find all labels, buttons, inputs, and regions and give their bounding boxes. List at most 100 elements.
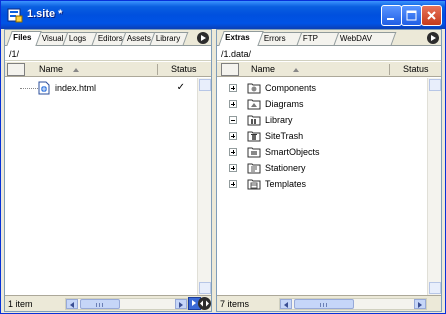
scroll-right-button[interactable] bbox=[175, 299, 187, 309]
list-item[interactable]: SmartObjects bbox=[217, 144, 427, 160]
list-item[interactable]: index.html ✓ bbox=[5, 80, 197, 96]
tab-menu-arrow-icon[interactable] bbox=[427, 32, 439, 44]
extras-column-header: Name Status bbox=[217, 62, 441, 77]
tab-extras[interactable]: Extras bbox=[218, 31, 264, 46]
arrow-left-icon bbox=[284, 302, 288, 308]
arrow-right-icon bbox=[418, 302, 422, 308]
expand-toggle[interactable] bbox=[229, 148, 237, 156]
window-title: 1.site * bbox=[27, 8, 63, 20]
files-list[interactable]: index.html ✓ bbox=[5, 78, 197, 295]
column-view-icon[interactable] bbox=[7, 63, 25, 76]
grip-line bbox=[96, 303, 97, 307]
split-arrows-icon bbox=[200, 300, 209, 307]
expand-toggle[interactable] bbox=[229, 180, 237, 188]
extras-path: /1.data/ bbox=[217, 47, 441, 61]
list-item[interactable]: Library bbox=[217, 112, 427, 128]
list-item-label: Diagrams bbox=[265, 99, 304, 109]
scroll-up-button[interactable] bbox=[429, 79, 441, 91]
expand-toggle[interactable] bbox=[229, 100, 237, 108]
column-status[interactable]: Status bbox=[171, 64, 197, 74]
files-horizontal-scrollbar[interactable] bbox=[65, 298, 188, 310]
arrow-left-icon bbox=[70, 302, 74, 308]
list-item-label: SiteTrash bbox=[265, 131, 304, 141]
minimize-button[interactable] bbox=[381, 5, 402, 26]
list-item-label: Templates bbox=[265, 179, 307, 189]
files-vertical-scrollbar[interactable] bbox=[197, 78, 211, 295]
expand-toggle[interactable] bbox=[229, 132, 237, 140]
column-name[interactable]: Name bbox=[251, 64, 275, 74]
pane-splitter-toggle-icon[interactable] bbox=[198, 297, 211, 310]
stationery-folder-icon bbox=[247, 163, 261, 174]
site-window: 1.site * Files Visual Logs Editors Asset… bbox=[0, 0, 446, 314]
list-item-label: Library bbox=[265, 115, 293, 125]
extras-tabstrip: Extras Errors FTP WebDAV bbox=[217, 30, 441, 46]
tab-errors[interactable]: Errors bbox=[257, 32, 303, 45]
column-separator[interactable] bbox=[157, 64, 158, 75]
column-name[interactable]: Name bbox=[39, 64, 63, 74]
checked-in-icon: ✓ bbox=[176, 82, 185, 93]
files-pane: Files Visual Logs Editors Assets Library… bbox=[4, 29, 212, 312]
list-item-label: Components bbox=[265, 83, 317, 93]
extras-horizontal-scrollbar[interactable] bbox=[279, 298, 427, 310]
maximize-button[interactable] bbox=[401, 5, 422, 26]
smartobjects-folder-icon bbox=[247, 147, 261, 158]
library-folder-icon bbox=[247, 115, 261, 126]
collapse-toggle[interactable] bbox=[229, 116, 237, 124]
files-tabstrip: Files Visual Logs Editors Assets Library bbox=[5, 30, 211, 46]
grip-line bbox=[323, 303, 324, 307]
extras-list[interactable]: Components Diagrams Library SiteTrash Sm bbox=[217, 78, 427, 295]
grip-line bbox=[320, 303, 321, 307]
diagrams-folder-icon bbox=[247, 99, 261, 110]
scroll-up-button[interactable] bbox=[199, 79, 211, 91]
column-view-icon[interactable] bbox=[221, 63, 239, 76]
files-column-header: Name Status bbox=[5, 62, 211, 77]
tab-menu-arrow-icon[interactable] bbox=[197, 32, 209, 44]
close-button[interactable] bbox=[421, 5, 442, 26]
list-item-label: Stationery bbox=[265, 163, 306, 173]
scroll-thumb[interactable] bbox=[80, 299, 120, 309]
templates-folder-icon bbox=[247, 179, 261, 190]
scroll-right-button[interactable] bbox=[414, 299, 426, 309]
list-item-label: SmartObjects bbox=[265, 147, 320, 157]
files-path: /1/ bbox=[5, 47, 211, 61]
close-icon bbox=[427, 11, 436, 20]
arrow-right-icon bbox=[179, 302, 183, 308]
expand-toggle[interactable] bbox=[229, 84, 237, 92]
extras-pane: Extras Errors FTP WebDAV /1.data/ Name S… bbox=[216, 29, 442, 312]
extras-item-count: 7 items bbox=[220, 299, 250, 309]
tab-ftp[interactable]: FTP bbox=[296, 32, 340, 45]
components-folder-icon bbox=[247, 83, 261, 94]
scroll-down-button[interactable] bbox=[429, 282, 441, 294]
grip-line bbox=[326, 303, 327, 307]
files-status-bar: 1 item bbox=[5, 295, 211, 311]
title-bar[interactable]: 1.site * bbox=[1, 1, 445, 29]
site-icon bbox=[7, 8, 23, 23]
scroll-left-button[interactable] bbox=[66, 299, 78, 309]
column-status[interactable]: Status bbox=[403, 64, 429, 74]
arrow-right-icon bbox=[192, 300, 196, 306]
extras-status-bar: 7 items bbox=[217, 295, 441, 311]
expand-toggle[interactable] bbox=[229, 164, 237, 172]
column-separator[interactable] bbox=[389, 64, 390, 75]
list-item[interactable]: Components bbox=[217, 80, 427, 96]
sort-ascending-icon bbox=[293, 68, 299, 72]
list-item[interactable]: Templates bbox=[217, 176, 427, 192]
sort-ascending-icon bbox=[73, 68, 79, 72]
extras-vertical-scrollbar[interactable] bbox=[427, 78, 441, 295]
tab-library[interactable]: Library bbox=[149, 32, 189, 45]
scroll-left-button[interactable] bbox=[280, 299, 292, 309]
trash-folder-icon bbox=[247, 131, 261, 142]
list-item[interactable]: Diagrams bbox=[217, 96, 427, 112]
tab-webdav[interactable]: WebDAV bbox=[333, 32, 397, 45]
list-item[interactable]: SiteTrash bbox=[217, 128, 427, 144]
maximize-icon bbox=[406, 10, 417, 21]
grip-line bbox=[99, 303, 100, 307]
files-item-count: 1 item bbox=[8, 299, 33, 309]
scroll-down-button[interactable] bbox=[199, 282, 211, 294]
tab-files[interactable]: Files bbox=[6, 31, 42, 46]
html-file-icon bbox=[38, 81, 50, 95]
list-item[interactable]: Stationery bbox=[217, 160, 427, 176]
scroll-thumb[interactable] bbox=[294, 299, 354, 309]
tree-line bbox=[20, 88, 38, 89]
grip-line bbox=[102, 303, 103, 307]
